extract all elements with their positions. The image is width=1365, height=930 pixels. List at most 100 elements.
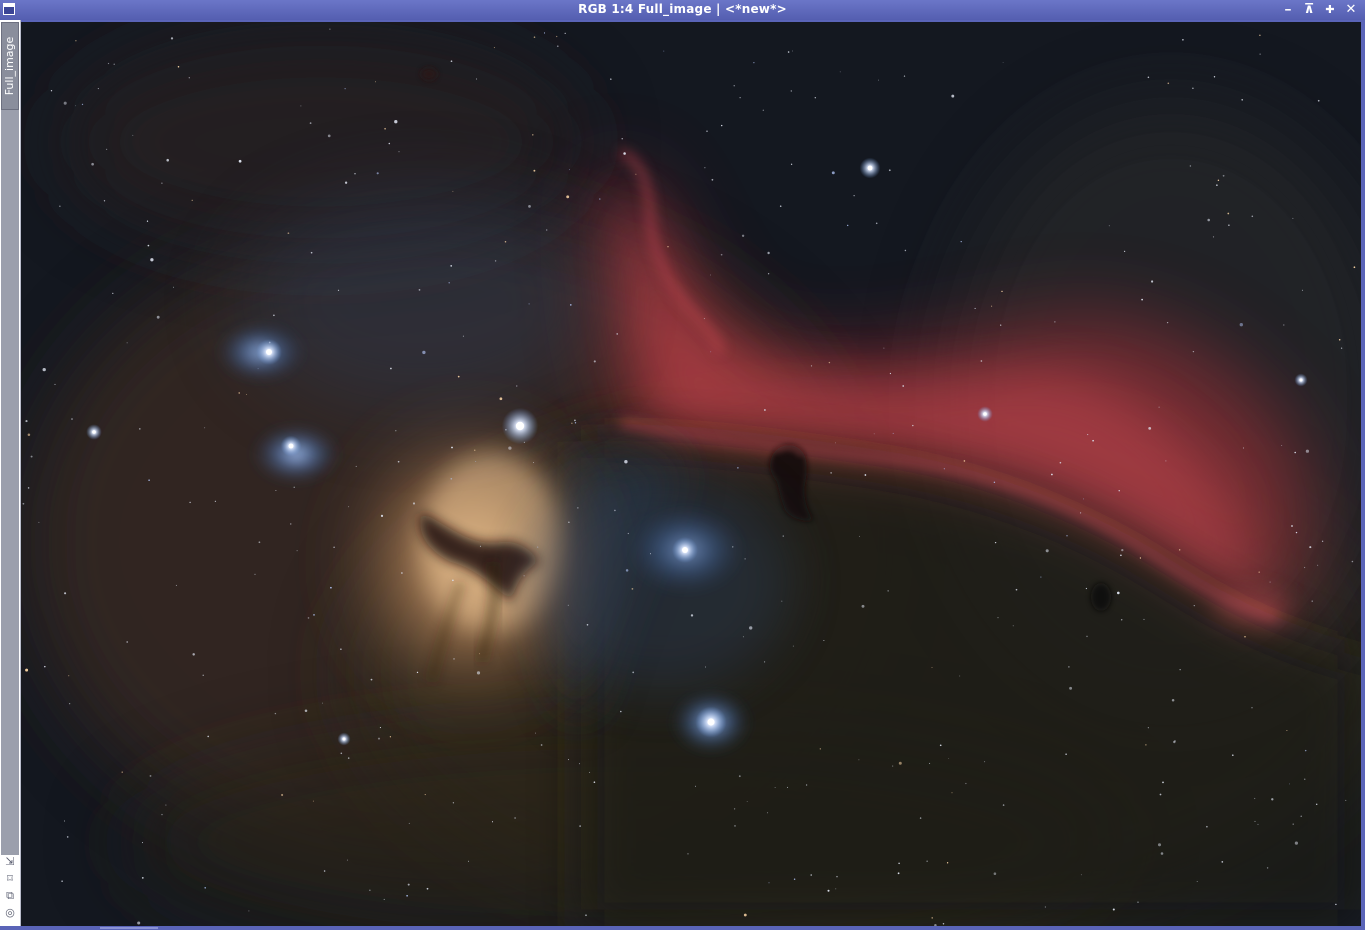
star — [1254, 797, 1256, 800]
star — [624, 460, 628, 464]
star — [543, 32, 546, 34]
star — [710, 274, 711, 276]
star — [861, 604, 865, 608]
star — [632, 671, 635, 674]
star — [1147, 76, 1150, 79]
star — [1239, 323, 1243, 327]
star — [467, 860, 470, 862]
star — [1157, 843, 1162, 847]
star — [823, 640, 825, 642]
star — [113, 63, 115, 65]
star — [620, 710, 622, 713]
star — [858, 759, 860, 761]
star — [897, 872, 900, 875]
star — [610, 78, 612, 80]
star — [141, 877, 144, 879]
star — [1292, 823, 1294, 825]
star — [1213, 76, 1216, 78]
star — [753, 62, 755, 64]
minimize-button[interactable]: ━ — [1281, 3, 1295, 17]
star — [494, 260, 497, 262]
shade-icon: ⊼ — [1303, 2, 1315, 17]
star — [347, 757, 350, 759]
star — [1294, 451, 1297, 454]
star — [310, 251, 313, 254]
star — [779, 205, 782, 207]
star — [138, 428, 141, 430]
star — [1086, 635, 1088, 638]
star — [1054, 321, 1056, 323]
maximize-button[interactable]: ✚ — [1323, 3, 1337, 17]
window-right-border[interactable] — [1361, 20, 1365, 926]
star — [287, 232, 290, 235]
star — [883, 347, 885, 349]
star — [569, 169, 571, 171]
star — [452, 579, 454, 582]
star — [942, 923, 945, 925]
star — [1040, 576, 1042, 578]
star — [412, 502, 416, 505]
star — [355, 465, 357, 467]
clone-view-icon[interactable]: ⧉ — [3, 889, 17, 903]
star — [912, 424, 914, 427]
star — [1221, 861, 1224, 863]
star — [1315, 803, 1318, 806]
star — [337, 289, 340, 291]
title-bar[interactable]: RGB 1:4 Full_image | <*new*> ━ ⊼ ✚ ✕ — [0, 0, 1365, 20]
star — [528, 303, 530, 305]
star — [1171, 698, 1175, 702]
star — [493, 47, 495, 49]
shade-button[interactable]: ⊼ — [1302, 3, 1316, 17]
star — [743, 913, 747, 917]
star — [593, 360, 596, 363]
star — [537, 546, 539, 548]
star — [875, 222, 878, 225]
bright-star — [266, 349, 272, 355]
star — [614, 509, 616, 512]
star — [570, 304, 572, 306]
star — [853, 195, 855, 197]
star — [1182, 38, 1184, 41]
star — [1288, 783, 1290, 785]
star — [1231, 754, 1234, 757]
close-button[interactable]: ✕ — [1344, 3, 1358, 17]
star — [161, 182, 163, 184]
star — [1160, 852, 1164, 855]
star — [408, 822, 410, 824]
star — [792, 645, 794, 647]
star — [121, 771, 123, 773]
image-viewport[interactable] — [21, 22, 1361, 926]
star — [377, 737, 381, 740]
preview-target-icon[interactable]: ◎ — [3, 906, 17, 920]
star — [960, 240, 962, 243]
star — [1351, 560, 1354, 563]
star — [238, 392, 240, 394]
star — [275, 489, 277, 492]
star — [616, 333, 618, 335]
star — [27, 433, 31, 436]
star — [300, 105, 302, 107]
star — [66, 836, 69, 838]
star — [650, 553, 651, 555]
star — [931, 666, 933, 668]
star — [564, 32, 566, 35]
star — [1118, 490, 1120, 492]
star — [457, 375, 460, 378]
star — [1257, 823, 1259, 825]
star — [390, 367, 392, 370]
star — [389, 736, 392, 738]
star — [71, 418, 73, 420]
star — [1143, 618, 1145, 620]
pan-icon[interactable]: ⇲ — [3, 855, 17, 869]
star — [830, 472, 832, 474]
star — [873, 433, 875, 435]
star — [1317, 99, 1320, 102]
fit-view-icon[interactable]: ⌑ — [3, 872, 17, 886]
star — [704, 666, 707, 668]
star — [943, 468, 945, 470]
star — [694, 785, 697, 787]
view-identifier-tab[interactable]: Full_image — [1, 22, 19, 110]
window-bottom-border[interactable] — [0, 926, 1365, 930]
star — [1151, 280, 1154, 283]
star — [81, 103, 84, 106]
